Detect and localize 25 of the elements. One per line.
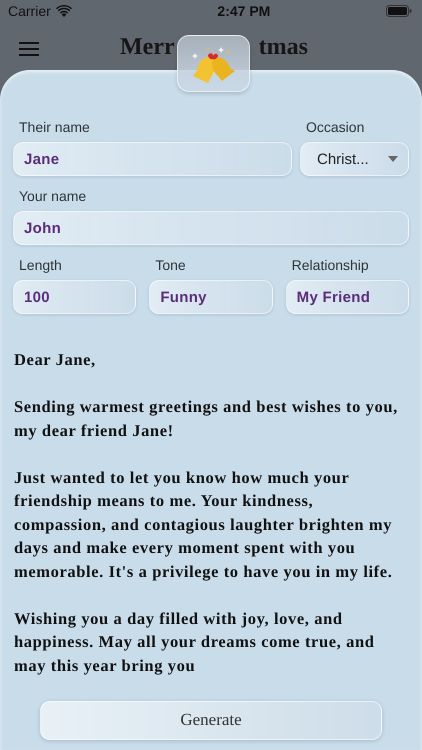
caret-icon — [388, 156, 398, 162]
field-label: Length — [19, 257, 62, 274]
field-label: Occasion — [306, 119, 364, 136]
status-time: 2:47 PM — [217, 3, 270, 19]
field-label: Their name — [19, 119, 90, 136]
letter-paragraph: Wishing you a day filled with joy, love, and happiness. May all your dreams come true, and may this year bring you — [14, 608, 376, 677]
input-field[interactable]: Funny — [149, 280, 273, 314]
letter-paragraph: Dear Jane, — [14, 349, 97, 371]
carrier-label: Carrier — [8, 3, 51, 19]
input-field[interactable]: My Friend — [286, 280, 409, 314]
letter-paragraph: Sending warmest greetings and best wishes to you, my dear friend Jane! — [14, 396, 399, 442]
wifi-icon — [56, 5, 72, 17]
app-title: Merr — [120, 34, 175, 61]
menu-icon[interactable] — [19, 41, 39, 57]
input-field[interactable]: 100 — [13, 280, 136, 314]
generate-button[interactable]: Generate — [40, 700, 382, 740]
letter-paragraph: Just wanted to let you know how much your friendship means to me. Your kindness, compassion, and contagious laughter brighten my days and make every moment spent with you memorable. It's a privilege to have you in my life. — [14, 466, 394, 583]
occasion-dropdown[interactable]: Christ... — [300, 142, 409, 176]
input-field[interactable]: Jane — [13, 142, 292, 176]
battery-icon — [386, 5, 412, 17]
input-field[interactable]: John — [13, 211, 409, 245]
field-label: Your name — [19, 188, 86, 205]
field-label: Relationship — [292, 257, 369, 274]
field-label: Tone — [155, 257, 186, 274]
app-title: tmas — [258, 34, 308, 61]
